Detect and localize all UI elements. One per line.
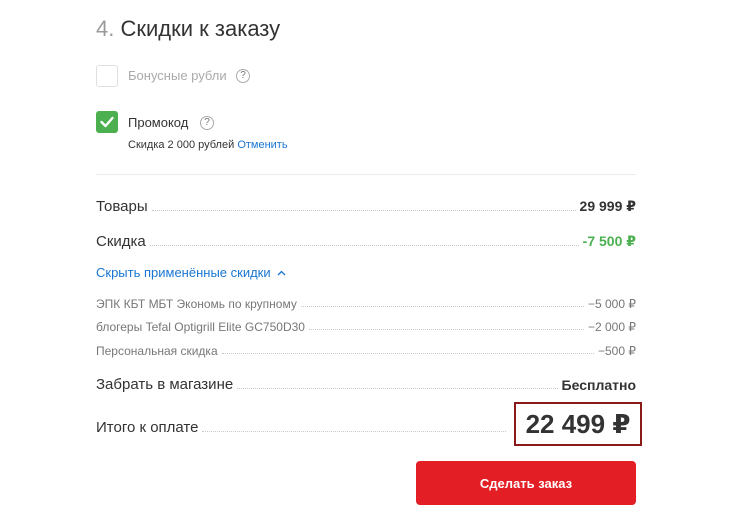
promocode-label: Промокод [128, 115, 189, 130]
summary-row-pickup: Забрать в магазине Бесплатно [96, 376, 636, 393]
total-amount: 22 499 ₽ [525, 408, 631, 439]
dotted-leader [202, 430, 506, 432]
discount-label: Скидка [96, 233, 146, 250]
dotted-leader [237, 387, 558, 389]
section-title-text: Скидки к заказу [120, 16, 281, 41]
applied-discount-row: ЭПК КБТ МБТ Экономь по крупному −5 000 ₽ [96, 297, 636, 311]
dotted-leader [308, 328, 584, 330]
chevron-up-icon [277, 270, 286, 275]
section-title: 4. Скидки к заказу [96, 16, 280, 42]
hide-discounts-toggle[interactable]: Скрыть применённые скидки [96, 265, 286, 280]
section-number: 4. [96, 16, 115, 41]
bonus-help-icon[interactable]: ? [236, 69, 250, 83]
dotted-leader [149, 244, 579, 246]
checkmark-icon [100, 116, 114, 128]
divider [96, 174, 636, 175]
bonus-rubles-checkbox[interactable] [96, 65, 118, 87]
applied-discount-label: ЭПК КБТ МБТ Экономь по крупному [96, 297, 297, 311]
applied-discount-label: Персональная скидка [96, 344, 218, 358]
promocode-note: Скидка 2 000 рублей Отменить [128, 139, 288, 151]
dotted-leader [300, 305, 584, 307]
total-label: Итого к оплате [96, 419, 199, 436]
summary-row-discount: Скидка -7 500 ₽ [96, 233, 636, 250]
goods-label: Товары [96, 198, 148, 215]
summary-row-goods: Товары 29 999 ₽ [96, 198, 636, 215]
promocode-discount-text: Скидка 2 000 рублей [128, 139, 235, 151]
applied-discount-value: −5 000 ₽ [587, 297, 636, 311]
total-amount-box: 22 499 ₽ [514, 402, 642, 446]
applied-discount-row: Персональная скидка −500 ₽ [96, 344, 636, 358]
promocode-checkbox[interactable] [96, 111, 118, 133]
goods-value: 29 999 ₽ [579, 198, 636, 214]
hide-discounts-label: Скрыть применённые скидки [96, 265, 271, 280]
promocode-cancel-link[interactable]: Отменить [237, 139, 287, 151]
promocode-help-icon[interactable]: ? [200, 116, 214, 130]
applied-discount-value: −500 ₽ [598, 344, 636, 358]
dotted-leader [221, 352, 594, 354]
summary-row-total: Итого к оплате [96, 419, 510, 436]
applied-discount-value: −2 000 ₽ [587, 320, 636, 334]
pickup-value: Бесплатно [561, 377, 636, 393]
pickup-label: Забрать в магазине [96, 376, 234, 393]
place-order-button[interactable]: Сделать заказ [416, 461, 636, 505]
applied-discount-label: блогеры Tefal Optigrill Elite GC750D30 [96, 320, 305, 334]
dotted-leader [151, 209, 576, 211]
bonus-rubles-label: Бонусные рубли [128, 68, 227, 83]
discount-value: -7 500 ₽ [582, 233, 636, 249]
applied-discount-row: блогеры Tefal Optigrill Elite GC750D30 −… [96, 320, 636, 334]
